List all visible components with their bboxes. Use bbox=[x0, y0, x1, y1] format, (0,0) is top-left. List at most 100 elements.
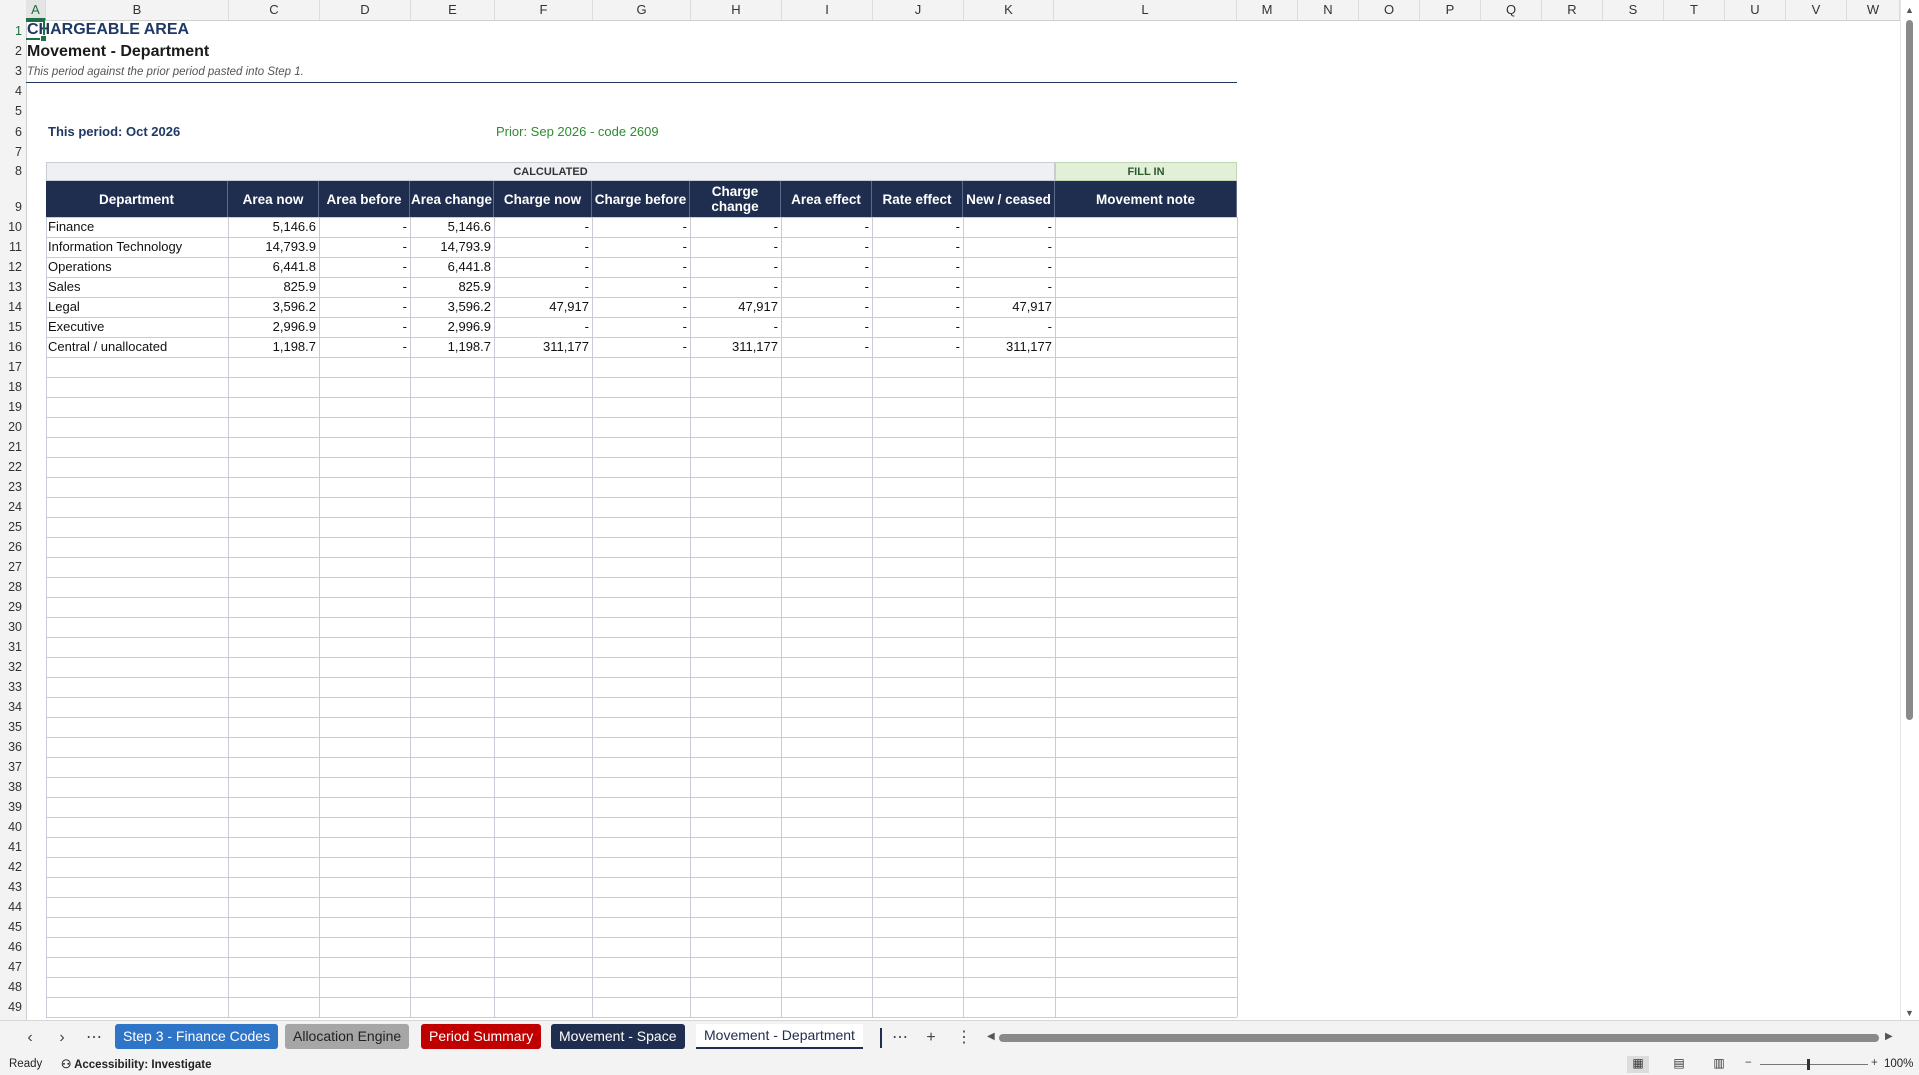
column-header-n[interactable]: N bbox=[1298, 0, 1359, 20]
row-header-18[interactable]: 18 bbox=[0, 380, 22, 394]
row-header-28[interactable]: 28 bbox=[0, 580, 22, 594]
vertical-scrollbar[interactable]: ▲ ▼ bbox=[1900, 0, 1919, 1020]
scroll-down-arrow-icon[interactable]: ▼ bbox=[1905, 1008, 1914, 1018]
row-header-48[interactable]: 48 bbox=[0, 980, 22, 994]
row-header-34[interactable]: 34 bbox=[0, 700, 22, 714]
column-header-r[interactable]: R bbox=[1542, 0, 1603, 20]
table-cell[interactable]: - bbox=[690, 237, 781, 257]
table-cell[interactable]: - bbox=[690, 217, 781, 237]
this-period-label[interactable]: This period: Oct 2026 bbox=[48, 124, 180, 139]
table-cell[interactable]: - bbox=[872, 237, 963, 257]
next-sheet-icon[interactable]: › bbox=[51, 1027, 73, 1049]
page-break-view-icon[interactable]: ▥ bbox=[1708, 1056, 1730, 1073]
tab-allocation-engine[interactable]: Allocation Engine bbox=[285, 1024, 410, 1049]
table-cell[interactable]: 825.9 bbox=[228, 277, 319, 297]
fill-handle[interactable] bbox=[40, 35, 47, 42]
table-cell[interactable]: 1,198.7 bbox=[410, 337, 494, 357]
row-header-38[interactable]: 38 bbox=[0, 780, 22, 794]
header-rate-effect[interactable]: Rate effect bbox=[872, 181, 963, 217]
horizontal-scroll-thumb[interactable] bbox=[999, 1034, 1879, 1042]
row-header-36[interactable]: 36 bbox=[0, 740, 22, 754]
department-cell[interactable]: Operations bbox=[46, 257, 228, 277]
tab-movement-space[interactable]: Movement - Space bbox=[551, 1024, 685, 1049]
table-cell[interactable]: - bbox=[872, 257, 963, 277]
table-cell[interactable]: - bbox=[319, 217, 410, 237]
table-cell[interactable]: - bbox=[781, 337, 872, 357]
table-cell[interactable]: - bbox=[781, 237, 872, 257]
row-header-35[interactable]: 35 bbox=[0, 720, 22, 734]
column-header-b[interactable]: B bbox=[46, 0, 229, 20]
table-cell[interactable]: - bbox=[494, 237, 592, 257]
table-cell[interactable]: - bbox=[781, 297, 872, 317]
table-cell[interactable]: 14,793.9 bbox=[410, 237, 494, 257]
column-header-u[interactable]: U bbox=[1725, 0, 1786, 20]
row-header-27[interactable]: 27 bbox=[0, 560, 22, 574]
table-cell[interactable]: - bbox=[592, 337, 690, 357]
table-cell[interactable]: - bbox=[781, 277, 872, 297]
row-header-15[interactable]: 15 bbox=[0, 320, 22, 334]
column-header-t[interactable]: T bbox=[1664, 0, 1725, 20]
table-cell[interactable]: 3,596.2 bbox=[410, 297, 494, 317]
column-header-w[interactable]: W bbox=[1847, 0, 1900, 20]
row-header-9[interactable]: 9 bbox=[0, 200, 22, 214]
row-header-13[interactable]: 13 bbox=[0, 280, 22, 294]
row-header-24[interactable]: 24 bbox=[0, 500, 22, 514]
table-cell[interactable]: - bbox=[872, 277, 963, 297]
table-cell[interactable]: - bbox=[781, 217, 872, 237]
header-new-ceased[interactable]: New / ceased bbox=[963, 181, 1055, 217]
header-charge-change[interactable]: Charge change bbox=[690, 181, 781, 217]
fill-in-group-header[interactable]: FILL IN bbox=[1055, 162, 1237, 181]
prev-sheet-icon[interactable]: ‹ bbox=[19, 1027, 41, 1049]
table-cell[interactable] bbox=[1055, 237, 1237, 257]
column-header-j[interactable]: J bbox=[873, 0, 964, 20]
table-cell[interactable]: - bbox=[963, 317, 1055, 337]
table-cell[interactable]: - bbox=[494, 257, 592, 277]
row-header-6[interactable]: 6 bbox=[0, 125, 22, 139]
table-cell[interactable]: - bbox=[592, 257, 690, 277]
table-cell[interactable]: - bbox=[319, 317, 410, 337]
department-cell[interactable]: Central / unallocated bbox=[46, 337, 228, 357]
column-header-d[interactable]: D bbox=[320, 0, 411, 20]
table-cell[interactable]: - bbox=[690, 277, 781, 297]
table-cell[interactable]: 311,177 bbox=[690, 337, 781, 357]
department-cell[interactable]: Finance bbox=[46, 217, 228, 237]
header-area-effect[interactable]: Area effect bbox=[781, 181, 872, 217]
header-area-change[interactable]: Area change bbox=[410, 181, 494, 217]
normal-view-icon[interactable]: ▦ bbox=[1627, 1056, 1649, 1073]
table-cell[interactable]: - bbox=[781, 317, 872, 337]
table-cell[interactable]: - bbox=[319, 337, 410, 357]
table-cell[interactable]: - bbox=[963, 277, 1055, 297]
table-cell[interactable]: 47,917 bbox=[690, 297, 781, 317]
table-cell[interactable]: - bbox=[963, 217, 1055, 237]
row-header-23[interactable]: 23 bbox=[0, 480, 22, 494]
header-charge-now[interactable]: Charge now bbox=[494, 181, 592, 217]
more-sheets-left-icon[interactable]: ⋯ bbox=[83, 1027, 105, 1049]
table-cell[interactable]: 5,146.6 bbox=[228, 217, 319, 237]
scroll-left-arrow-icon[interactable]: ◀ bbox=[987, 1031, 995, 1042]
prior-period-label[interactable]: Prior: Sep 2026 - code 2609 bbox=[496, 124, 659, 139]
table-cell[interactable]: 47,917 bbox=[494, 297, 592, 317]
row-header-40[interactable]: 40 bbox=[0, 820, 22, 834]
column-header-g[interactable]: G bbox=[593, 0, 691, 20]
row-header-37[interactable]: 37 bbox=[0, 760, 22, 774]
header-area-now[interactable]: Area now bbox=[228, 181, 319, 217]
page-layout-view-icon[interactable]: ▤ bbox=[1668, 1056, 1690, 1073]
table-cell[interactable]: 6,441.8 bbox=[410, 257, 494, 277]
row-header-10[interactable]: 10 bbox=[0, 220, 22, 234]
table-cell[interactable] bbox=[1055, 277, 1237, 297]
table-cell[interactable] bbox=[1055, 297, 1237, 317]
row-header-22[interactable]: 22 bbox=[0, 460, 22, 474]
column-header-m[interactable]: M bbox=[1237, 0, 1298, 20]
department-cell[interactable]: Legal bbox=[46, 297, 228, 317]
department-cell[interactable]: Information Technology bbox=[46, 237, 228, 257]
row-header-41[interactable]: 41 bbox=[0, 840, 22, 854]
table-cell[interactable] bbox=[1055, 217, 1237, 237]
column-header-q[interactable]: Q bbox=[1481, 0, 1542, 20]
row-header-3[interactable]: 3 bbox=[0, 64, 22, 78]
row-header-1[interactable]: 1 bbox=[0, 24, 22, 38]
table-cell[interactable]: - bbox=[872, 217, 963, 237]
accessibility-status[interactable]: ⚇ Accessibility: Investigate bbox=[61, 1057, 212, 1071]
table-cell[interactable] bbox=[1055, 317, 1237, 337]
row-header-29[interactable]: 29 bbox=[0, 600, 22, 614]
column-header-l[interactable]: L bbox=[1054, 0, 1237, 20]
